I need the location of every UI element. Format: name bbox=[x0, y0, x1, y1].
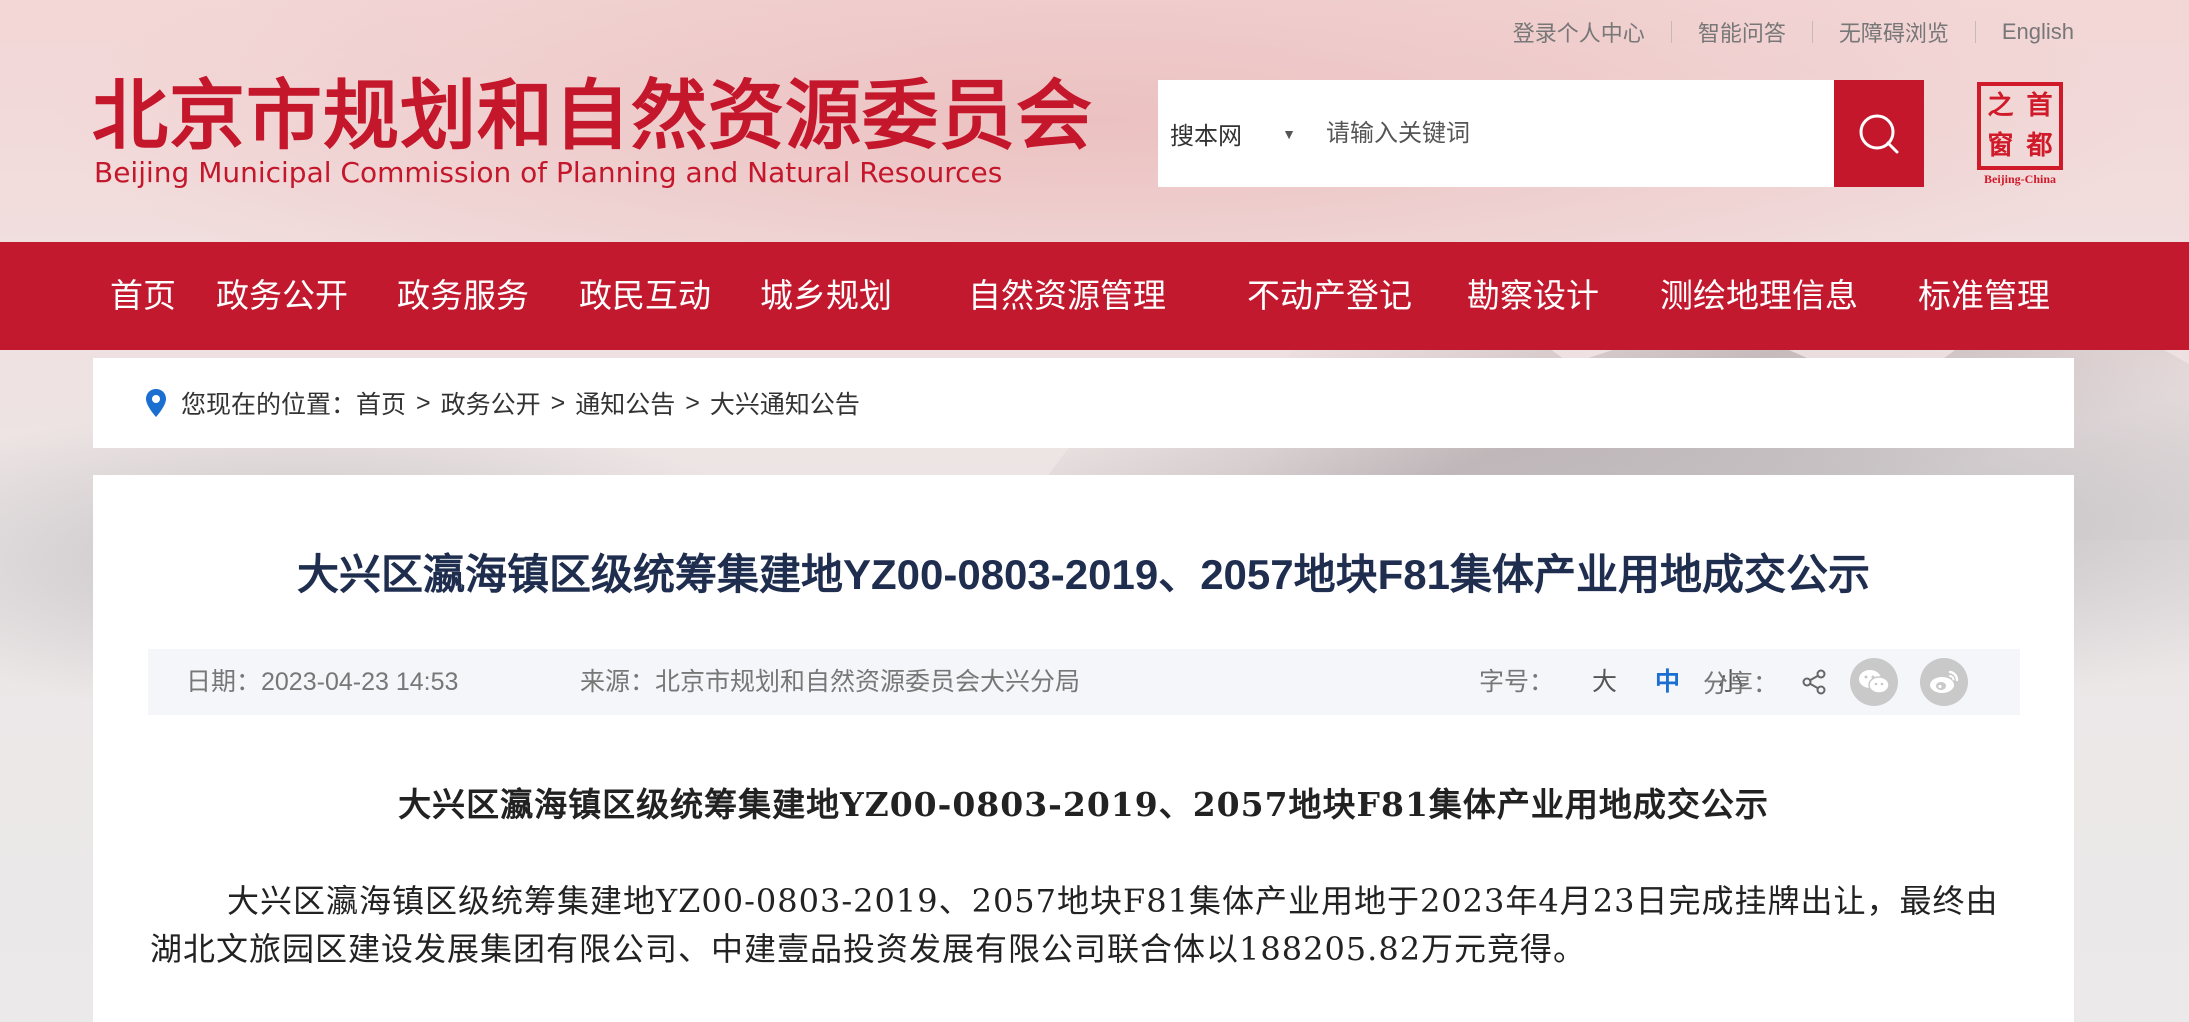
search-icon bbox=[1859, 114, 1899, 153]
breadcrumb-gov-affairs[interactable]: 政务公开 bbox=[441, 385, 541, 421]
smart-qa-link[interactable]: 智能问答 bbox=[1672, 16, 1812, 48]
font-size-large[interactable]: 大 bbox=[1592, 649, 1617, 715]
breadcrumb-notices[interactable]: 通知公告 bbox=[575, 385, 675, 421]
article-date: 日期：2023-04-23 14:53 bbox=[186, 668, 459, 696]
nav-item-geo-info[interactable]: 测绘地理信息 bbox=[1660, 242, 1858, 350]
breadcrumb-daxing-notices[interactable]: 大兴通知公告 bbox=[710, 385, 860, 421]
nav-item-survey-design[interactable]: 勘察设计 bbox=[1467, 242, 1599, 350]
breadcrumb-separator: > bbox=[685, 388, 700, 417]
nav-item-gov-affairs-open[interactable]: 政务公开 bbox=[216, 242, 348, 350]
weibo-icon bbox=[1930, 670, 1959, 693]
share-label: 分享： bbox=[1703, 670, 1779, 698]
emblem-char: 首 bbox=[2026, 91, 2053, 120]
wechat-share-button[interactable] bbox=[1850, 658, 1899, 706]
nav-item-real-estate[interactable]: 不动产登记 bbox=[1247, 242, 1412, 350]
nav-item-gov-services[interactable]: 政务服务 bbox=[397, 242, 529, 350]
breadcrumb-separator: > bbox=[416, 388, 431, 417]
search-scope-select[interactable]: 搜本网 ▼ bbox=[1158, 80, 1308, 187]
login-link[interactable]: 登录个人中心 bbox=[1487, 16, 1671, 48]
location-pin-icon bbox=[146, 389, 166, 417]
breadcrumb-home[interactable]: 首页 bbox=[356, 385, 406, 421]
emblem-char: 窗 bbox=[1987, 131, 2014, 160]
breadcrumb: 您现在的位置： 首页 > 政务公开 > 通知公告 > 大兴通知公告 bbox=[93, 358, 2074, 448]
share-bar: 分享： bbox=[1703, 649, 1969, 715]
search-bar: 搜本网 ▼ bbox=[1158, 80, 1924, 187]
font-size-medium[interactable]: 中 bbox=[1655, 649, 1680, 715]
capital-window-logo[interactable]: 之 首 窗 都 Beijing-China bbox=[1974, 82, 2066, 186]
caret-down-icon: ▼ bbox=[1282, 125, 1296, 142]
nav-item-urban-planning[interactable]: 城乡规划 bbox=[760, 242, 892, 350]
search-button[interactable] bbox=[1834, 80, 1924, 187]
weibo-share-button[interactable] bbox=[1920, 658, 1969, 706]
share-icon[interactable] bbox=[1800, 668, 1828, 696]
emblem-char: 都 bbox=[2026, 131, 2053, 160]
article-card: 大兴区瀛海镇区级统筹集建地YZ00-0803-2019、2057地块F81集体产… bbox=[93, 475, 2074, 1022]
nav-item-standards[interactable]: 标准管理 bbox=[1918, 242, 2050, 350]
content-title: 大兴区瀛海镇区级统筹集建地YZ00-0803-2019、2057地块F81集体产… bbox=[398, 785, 1769, 824]
content-body: 大兴区瀛海镇区级统筹集建地YZ00-0803-2019、2057地块F81集体产… bbox=[150, 882, 1999, 968]
breadcrumb-separator: > bbox=[550, 388, 566, 417]
article-source: 来源：北京市规划和自然资源委员会大兴分局 bbox=[580, 668, 1081, 696]
main-nav: 首页 政务公开 政务服务 政民互动 城乡规划 自然资源管理 不动产登记 勘察设计… bbox=[0, 242, 2189, 350]
search-input[interactable] bbox=[1308, 80, 1834, 187]
nav-item-home[interactable]: 首页 bbox=[110, 242, 176, 350]
search-scope-label: 搜本网 bbox=[1170, 123, 1242, 150]
emblem-box: 之 首 窗 都 bbox=[1977, 82, 2063, 170]
accessibility-link[interactable]: 无障碍浏览 bbox=[1813, 16, 1975, 48]
nav-item-natural-resources[interactable]: 自然资源管理 bbox=[968, 242, 1166, 350]
font-size-label: 字号： bbox=[1479, 668, 1555, 696]
site-logo-en[interactable]: Beijing Municipal Commission of Planning… bbox=[94, 156, 1002, 190]
breadcrumb-label: 您现在的位置： bbox=[181, 391, 357, 419]
article-title: 大兴区瀛海镇区级统筹集建地YZ00-0803-2019、2057地块F81集体产… bbox=[296, 551, 1871, 598]
wechat-icon bbox=[1859, 670, 1890, 694]
article-meta-bar: 日期：2023-04-23 14:53 来源：北京市规划和自然资源委员会大兴分局… bbox=[148, 649, 2020, 715]
nav-item-interaction[interactable]: 政民互动 bbox=[579, 242, 711, 350]
site-logo-cn[interactable]: 北京市规划和自然资源委员会 bbox=[92, 72, 1093, 162]
emblem-char: 之 bbox=[1987, 91, 2014, 120]
emblem-caption: Beijing-China bbox=[1983, 172, 2056, 186]
top-utility-links: 登录个人中心 智能问答 无障碍浏览 English bbox=[1487, 16, 2074, 48]
english-link[interactable]: English bbox=[1976, 19, 2074, 45]
